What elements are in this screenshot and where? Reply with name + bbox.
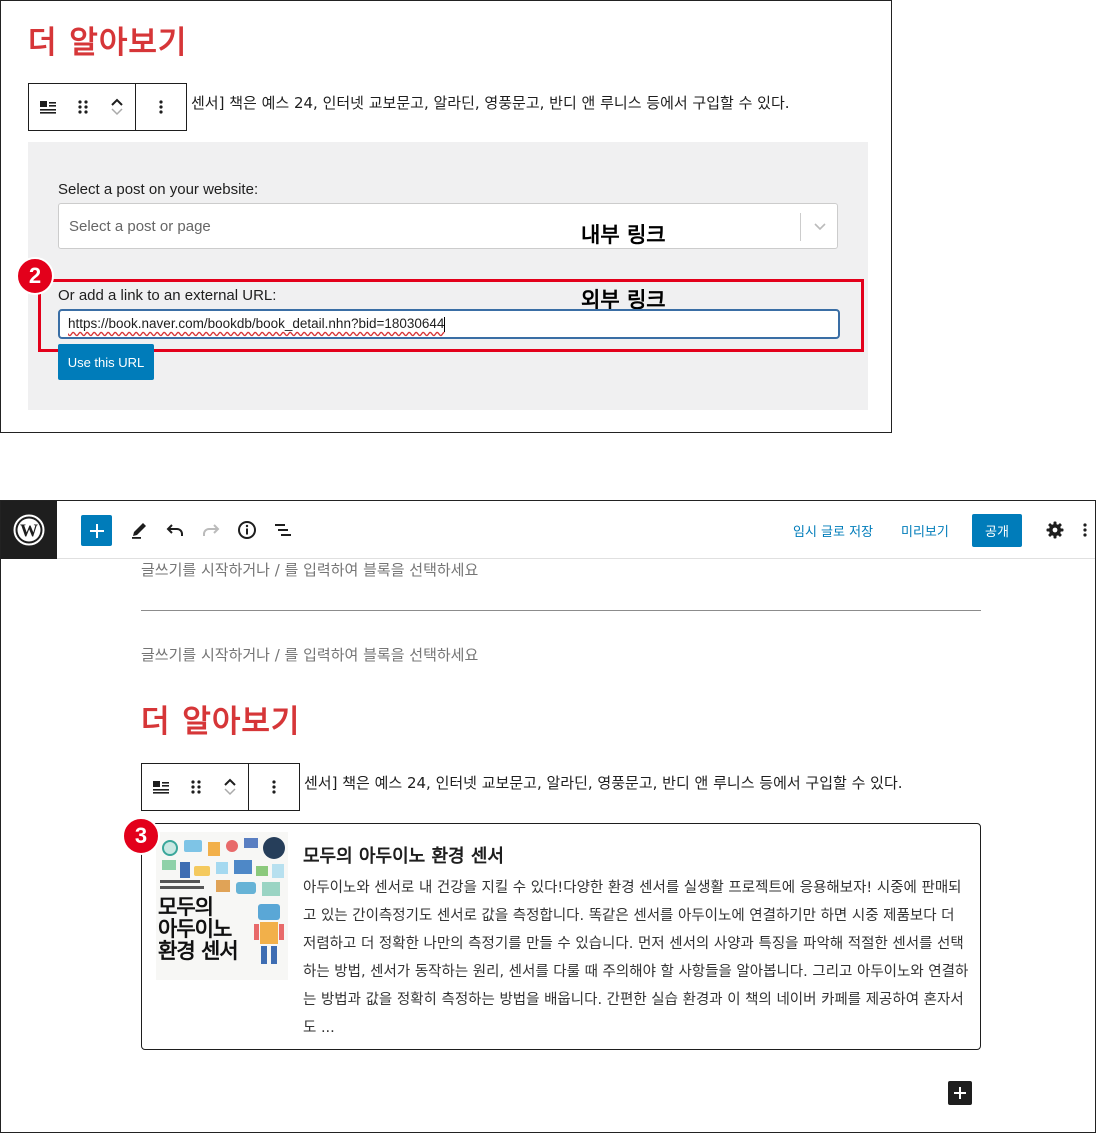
chevron-down-icon[interactable]	[110, 107, 124, 117]
details-button[interactable]	[235, 518, 259, 542]
paragraph-text[interactable]: 센서] 책은 예스 24, 인터넷 교보문고, 알라딘, 영풍문고, 반디 앤 …	[191, 92, 790, 113]
drag-handle-icon	[191, 780, 201, 794]
add-block-button[interactable]	[81, 515, 112, 546]
media-text-icon	[40, 101, 56, 114]
block-type-button[interactable]	[142, 764, 180, 810]
info-icon	[238, 521, 256, 539]
options-button[interactable]	[1079, 518, 1091, 542]
pencil-icon	[132, 523, 146, 539]
gear-icon	[1046, 521, 1064, 539]
chevron-down-icon[interactable]	[223, 787, 237, 797]
paragraph-text[interactable]: 센서] 책은 예스 24, 인터넷 교보문고, 알라딘, 영풍문고, 반디 앤 …	[304, 772, 903, 793]
heading-block[interactable]: 더 알아보기	[28, 17, 187, 62]
wordpress-icon: W	[13, 514, 45, 546]
card-title[interactable]: 모두의 아두이노 환경 센서	[303, 842, 504, 868]
publish-button[interactable]: 공개	[972, 514, 1022, 547]
robot-illustration	[254, 904, 284, 964]
link-settings-panel-screenshot: 더 알아보기 센서] 책은 예스 24, 인터넷 교보문고, 알라딘, 영풍문고…	[0, 0, 892, 433]
url-value: https://book.naver.com/bookdb/book_detai…	[68, 316, 445, 331]
step-badge: 2	[16, 257, 54, 295]
list-view-button[interactable]	[271, 518, 295, 542]
use-this-url-button[interactable]: Use this URL	[58, 344, 154, 380]
tools-button[interactable]	[127, 518, 151, 542]
move-buttons	[212, 764, 248, 810]
editor-screenshot: W 임시 글로 저장 미리보기 공개 글쓰기를 시작하거나 / 를 입력하여 블…	[0, 500, 1096, 1133]
block-toolbar	[141, 763, 300, 811]
editor-top-toolbar: W 임시 글로 저장 미리보기 공개	[1, 501, 1095, 559]
select-post-dropdown[interactable]: Select a post or page	[58, 203, 838, 249]
more-vertical-icon	[1083, 523, 1087, 537]
save-draft-button[interactable]: 임시 글로 저장	[793, 521, 873, 540]
heading-block[interactable]: 더 알아보기	[141, 696, 300, 741]
settings-button[interactable]	[1043, 518, 1067, 542]
more-vertical-icon	[159, 100, 163, 114]
more-vertical-icon	[272, 780, 276, 794]
text-cursor	[444, 316, 446, 332]
step-badge: 3	[122, 817, 160, 855]
chevron-down-icon[interactable]	[811, 217, 829, 235]
chevron-up-icon[interactable]	[110, 97, 124, 107]
book-cover-image: 모두의 아두이노 환경 센서	[156, 832, 288, 980]
empty-paragraph-placeholder[interactable]: 글쓰기를 시작하거나 / 를 입력하여 블록을 선택하세요	[141, 559, 478, 580]
redo-icon	[203, 524, 220, 536]
wordpress-logo-button[interactable]: W	[1, 501, 57, 559]
select-post-placeholder: Select a post or page	[69, 218, 211, 235]
media-text-icon	[153, 781, 169, 794]
chevron-up-icon[interactable]	[223, 777, 237, 787]
drag-handle-icon	[78, 100, 88, 114]
list-view-icon	[275, 524, 291, 536]
move-buttons	[99, 84, 135, 130]
plus-icon	[89, 523, 104, 538]
card-description: 아두이노와 센서로 내 건강을 지킬 수 있다!다양한 환경 센서를 실생활 프…	[303, 880, 969, 1036]
block-toolbar	[28, 83, 187, 131]
internal-link-annotation: 내부 링크	[581, 223, 666, 247]
plus-icon	[954, 1087, 966, 1099]
link-embed-card[interactable]: 모두의 아두이노 환경 센서 모두의 아두이노 환경 센서 아두이노와 센서로 …	[141, 823, 981, 1050]
book-cover-title: 모두의 아두이노 환경 센서	[158, 895, 239, 963]
add-block-inline-button[interactable]	[948, 1081, 972, 1105]
drag-handle[interactable]	[180, 764, 212, 810]
external-url-input[interactable]: https://book.naver.com/bookdb/book_detai…	[58, 309, 840, 339]
more-options-button[interactable]	[249, 764, 299, 810]
external-url-label: Or add a link to an external URL:	[58, 287, 277, 304]
more-options-button[interactable]	[136, 84, 186, 130]
separator-block[interactable]	[141, 610, 981, 611]
empty-paragraph-placeholder[interactable]: 글쓰기를 시작하거나 / 를 입력하여 블록을 선택하세요	[141, 644, 478, 665]
svg-text:W: W	[20, 521, 38, 541]
select-post-label: Select a post on your website:	[58, 181, 259, 198]
undo-icon	[166, 524, 183, 536]
block-type-button[interactable]	[29, 84, 67, 130]
drag-handle[interactable]	[67, 84, 99, 130]
redo-button[interactable]	[199, 518, 223, 542]
preview-button[interactable]: 미리보기	[901, 521, 949, 540]
undo-button[interactable]	[163, 518, 187, 542]
dropdown-divider	[800, 213, 801, 241]
